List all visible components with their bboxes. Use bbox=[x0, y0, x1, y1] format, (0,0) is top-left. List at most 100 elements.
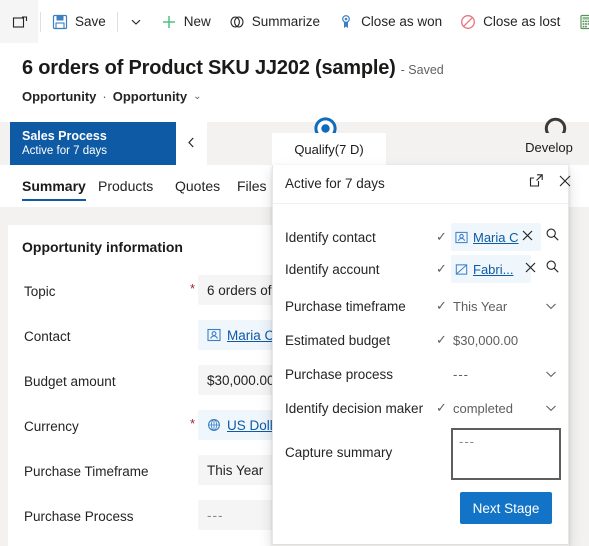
bpf-stage-qualify[interactable]: Qualify (7 D) bbox=[272, 133, 386, 165]
chevron-left-icon bbox=[185, 136, 198, 152]
new-button[interactable]: New bbox=[152, 0, 220, 43]
field-label-budget-amount: Budget amount bbox=[24, 374, 116, 389]
step-label: Identify decision maker bbox=[285, 401, 424, 416]
close-as-won-button[interactable]: Close as won bbox=[329, 0, 451, 43]
tab-files[interactable]: Files bbox=[237, 165, 267, 207]
check-icon: ✓ bbox=[436, 400, 447, 415]
breadcrumb-separator: · bbox=[102, 89, 107, 104]
recalculate-button[interactable]: Re bbox=[569, 0, 589, 43]
stage-step-purchase-process: Purchase process --- bbox=[273, 360, 568, 392]
stage-flyout-close-button[interactable] bbox=[551, 169, 579, 197]
popout-icon bbox=[529, 173, 544, 193]
stage-step-identify-account: Identify account ✓ Fabri... bbox=[273, 255, 568, 287]
identify-account-search-button[interactable] bbox=[545, 259, 560, 279]
command-separator-1 bbox=[40, 11, 41, 32]
stage-step-estimated-budget: Estimated budget ✓ $30,000.00 bbox=[273, 326, 568, 358]
new-label: New bbox=[183, 14, 211, 29]
save-label: Save bbox=[75, 14, 106, 29]
stage-flyout-bottom-divider bbox=[273, 544, 568, 545]
capture-summary-textarea[interactable]: --- bbox=[451, 428, 561, 480]
stage-flyout-subtitle: Active for 7 days bbox=[285, 175, 385, 191]
estimated-budget-value: $30,000.00 bbox=[453, 332, 519, 348]
contact-icon bbox=[455, 231, 468, 244]
popout-icon bbox=[12, 14, 28, 30]
bpf-stage-develop[interactable]: Develop bbox=[509, 133, 589, 165]
bpf-collapse-button[interactable] bbox=[176, 122, 207, 165]
save-options-chevron[interactable] bbox=[120, 0, 152, 43]
chevron-down-icon[interactable] bbox=[544, 299, 558, 316]
step-label: Estimated budget bbox=[285, 333, 391, 348]
purchase-timeframe-value: This Year bbox=[453, 298, 508, 314]
bpf-stage-qualify-duration: (7 D) bbox=[334, 141, 364, 157]
field-label-topic: Topic bbox=[24, 284, 56, 299]
estimated-budget-input[interactable]: $30,000.00 bbox=[451, 326, 563, 354]
section-title: Opportunity information bbox=[22, 239, 183, 255]
currency-icon bbox=[207, 418, 221, 432]
vertical-scrollbar[interactable] bbox=[584, 207, 589, 546]
step-label: Identify account bbox=[285, 262, 380, 277]
stage-flyout-popout-button[interactable] bbox=[522, 169, 550, 197]
close-icon bbox=[522, 228, 533, 244]
command-separator-2 bbox=[116, 11, 118, 32]
saved-status: - Saved bbox=[400, 63, 444, 77]
stage-step-identify-contact: Identify contact ✓ Maria C bbox=[273, 223, 568, 255]
identify-contact-value[interactable]: Maria C bbox=[473, 230, 519, 245]
breadcrumb: Opportunity · Opportunity ⌄ bbox=[22, 89, 202, 104]
purchase-process-value: --- bbox=[207, 507, 224, 523]
stage-steps-list: Identify contact ✓ Maria C Identify acco… bbox=[273, 205, 568, 505]
field-label-purchase-timeframe: Purchase Timeframe bbox=[24, 464, 149, 479]
popout-button[interactable] bbox=[0, 0, 38, 43]
check-icon: ✓ bbox=[436, 298, 447, 313]
field-label-currency: Currency bbox=[24, 419, 79, 434]
identify-account-clear-button[interactable] bbox=[525, 260, 536, 276]
tab-quotes-label: Quotes bbox=[175, 178, 221, 194]
bpf-stage-qualify-label: Qualify bbox=[294, 141, 335, 157]
identify-contact-clear-button[interactable] bbox=[522, 228, 533, 244]
field-label-purchase-process: Purchase Process bbox=[24, 509, 134, 524]
purchase-timeframe-value: This Year bbox=[207, 462, 264, 478]
app-root: Save New Summarize Close as won Close as… bbox=[0, 0, 589, 546]
bpf-header[interactable]: Sales Process Active for 7 days bbox=[10, 122, 176, 165]
close-as-lost-button[interactable]: Close as lost bbox=[451, 0, 569, 43]
capture-summary-value: --- bbox=[459, 434, 475, 449]
stage-step-identify-decision-maker: Identify decision maker ✓ completed bbox=[273, 394, 568, 426]
next-stage-button[interactable]: Next Stage bbox=[460, 492, 552, 524]
purchase-process-value: --- bbox=[453, 366, 469, 382]
bpf-process-name: Sales Process bbox=[22, 128, 107, 143]
plus-icon bbox=[161, 14, 177, 30]
breadcrumb-form[interactable]: Opportunity bbox=[113, 89, 187, 104]
page-title-text: 6 orders of Product SKU JJ202 (sample) bbox=[22, 57, 396, 79]
stage-step-capture-summary: Capture summary --- bbox=[273, 428, 568, 484]
tab-products[interactable]: Products bbox=[98, 165, 153, 207]
identify-decision-maker-value: completed bbox=[453, 400, 513, 416]
search-icon bbox=[545, 228, 560, 246]
chevron-down-icon[interactable]: ⌄ bbox=[193, 91, 201, 102]
field-label-contact: Contact bbox=[24, 329, 71, 344]
chevron-down-icon[interactable] bbox=[544, 367, 558, 384]
check-icon: ✓ bbox=[436, 261, 447, 276]
identify-contact-search-button[interactable] bbox=[545, 227, 560, 247]
stage-flyout: Active for 7 days Identify contact ✓ Mar… bbox=[272, 165, 571, 546]
chevron-down-icon[interactable] bbox=[544, 401, 558, 418]
summarize-button[interactable]: Summarize bbox=[220, 0, 329, 43]
close-icon bbox=[525, 260, 536, 276]
tab-quotes[interactable]: Quotes bbox=[175, 165, 220, 207]
step-label: Capture summary bbox=[285, 445, 393, 460]
stage-flyout-divider bbox=[273, 203, 568, 204]
tab-summary[interactable]: Summary bbox=[22, 165, 86, 207]
breadcrumb-entity: Opportunity bbox=[22, 89, 97, 104]
chevron-down-icon bbox=[130, 16, 142, 28]
command-bar: Save New Summarize Close as won Close as… bbox=[0, 0, 589, 44]
identify-account-value[interactable]: Fabri... bbox=[473, 262, 513, 277]
required-indicator: * bbox=[190, 281, 196, 296]
search-icon bbox=[545, 260, 560, 278]
step-label: Purchase timeframe bbox=[285, 299, 406, 314]
required-indicator: * bbox=[190, 416, 196, 431]
record-header: 6 orders of Product SKU JJ202 (sample) - … bbox=[0, 43, 589, 122]
no-entry-icon bbox=[460, 14, 476, 30]
tab-files-label: Files bbox=[237, 178, 267, 194]
stage-flyout-header: Active for 7 days bbox=[273, 165, 571, 201]
save-button[interactable]: Save bbox=[43, 0, 115, 43]
identify-account-lookup[interactable]: Fabri... bbox=[451, 255, 531, 283]
check-icon: ✓ bbox=[436, 332, 447, 347]
